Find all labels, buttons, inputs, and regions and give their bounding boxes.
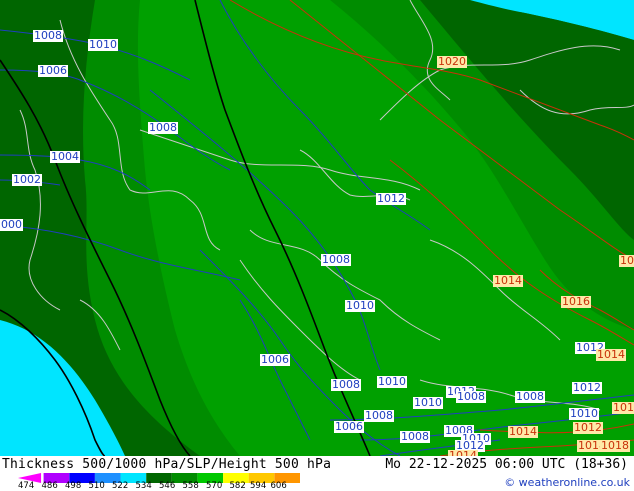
isobar-label: 1008 <box>400 430 430 443</box>
isobar-label: 1012 <box>572 381 602 394</box>
copyright: © weatheronline.co.uk <box>504 476 630 489</box>
map-footer: Thickness 500/1000 hPa/SLP/Height 500 hP… <box>0 456 634 491</box>
isobar-label: 1010 <box>345 299 375 312</box>
isobar-label: 1008 <box>33 29 63 42</box>
isobar-label: 1010 <box>569 407 599 420</box>
isobar-label: 1014 <box>508 425 538 438</box>
isobar-label: 1012 <box>376 192 406 205</box>
isobar-label: 1012 <box>573 421 603 434</box>
isobar-label: 1002 <box>12 173 42 186</box>
isobar-label: 101 <box>619 255 634 267</box>
isobar-label: 1008 <box>321 253 351 266</box>
isobar-label: 1016 <box>561 295 591 308</box>
isobar-label: 1008 <box>456 390 486 403</box>
isobar-label: 1018 <box>600 439 630 452</box>
isobar-label: 1014 <box>596 348 626 361</box>
isobar-label: 1006 <box>334 420 364 433</box>
isobar-label: 1010 <box>377 375 407 388</box>
isobar-label: 000 <box>0 218 23 231</box>
isobar-label: 1008 <box>148 121 178 134</box>
isobar-label: 1014 <box>493 274 523 287</box>
isobar-label: 1006 <box>38 64 68 77</box>
isobar-label: 1008 <box>515 390 545 403</box>
isobar-label: 1008 <box>364 409 394 422</box>
isobar-label: 1010 <box>413 396 443 409</box>
weather-map <box>0 0 634 457</box>
isobar-label: 1004 <box>50 150 80 163</box>
isobar-label: 1020 <box>437 55 467 68</box>
map-title: Thickness 500/1000 hPa/SLP/Height 500 hP… <box>2 457 332 472</box>
isobar-label: 1010 <box>88 38 118 51</box>
valid-datetime: Mo 22-12-2025 06:00 UTC (18+36) <box>385 457 628 472</box>
isobar-label: 1008 <box>331 378 361 391</box>
isobar-label: 101 <box>612 401 634 414</box>
isobar-label: 1006 <box>260 353 290 366</box>
